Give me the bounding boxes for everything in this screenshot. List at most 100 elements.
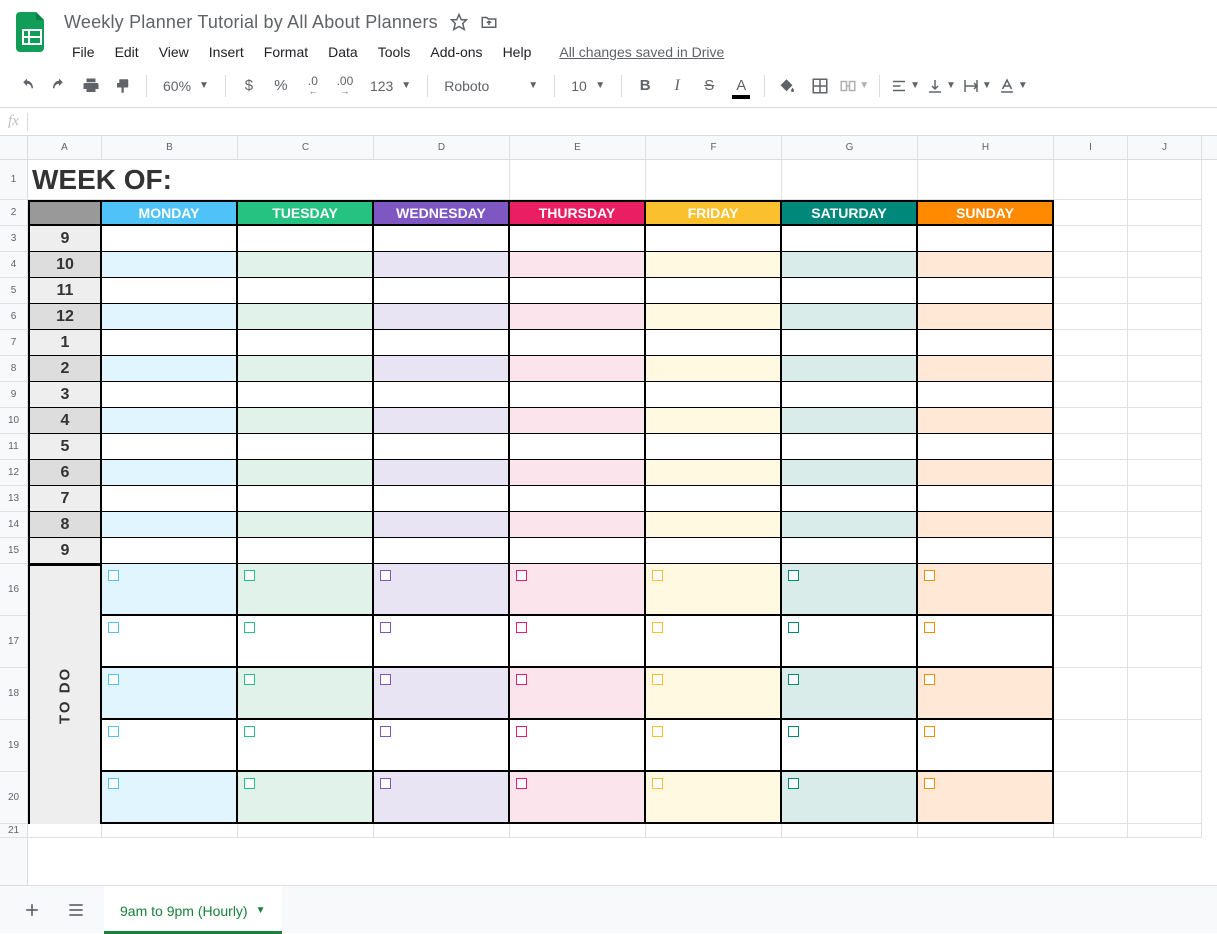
column-header[interactable]: E: [510, 136, 646, 159]
todo-cell[interactable]: [374, 668, 510, 720]
row-header[interactable]: 16: [0, 564, 27, 616]
increase-decimal-button[interactable]: .00→: [330, 71, 360, 101]
todo-cell[interactable]: [510, 720, 646, 772]
planner-cell[interactable]: [646, 278, 782, 304]
day-header[interactable]: FRIDAY: [646, 200, 782, 226]
planner-cell[interactable]: [646, 356, 782, 382]
cell[interactable]: [510, 824, 646, 838]
planner-cell[interactable]: [646, 486, 782, 512]
planner-corner[interactable]: [28, 200, 102, 226]
horizontal-align-button[interactable]: ▼: [888, 71, 922, 101]
menu-help[interactable]: Help: [495, 40, 540, 64]
planner-cell[interactable]: [510, 486, 646, 512]
planner-cell[interactable]: [238, 538, 374, 564]
cell[interactable]: [1054, 720, 1128, 772]
text-color-button[interactable]: A: [726, 71, 756, 101]
time-label[interactable]: 11: [28, 278, 102, 304]
planner-cell[interactable]: [374, 252, 510, 278]
time-label[interactable]: 1: [28, 330, 102, 356]
planner-cell[interactable]: [782, 434, 918, 460]
borders-button[interactable]: [805, 71, 835, 101]
planner-cell[interactable]: [238, 278, 374, 304]
cell[interactable]: [1128, 226, 1202, 252]
planner-cell[interactable]: [646, 434, 782, 460]
checkbox[interactable]: [380, 674, 391, 685]
select-all-corner[interactable]: [0, 136, 27, 160]
column-header[interactable]: G: [782, 136, 918, 159]
column-header[interactable]: H: [918, 136, 1054, 159]
cell[interactable]: [782, 160, 918, 200]
planner-cell[interactable]: [782, 538, 918, 564]
planner-cell[interactable]: [102, 278, 238, 304]
menu-file[interactable]: File: [64, 40, 103, 64]
row-header[interactable]: 3: [0, 226, 27, 252]
todo-cell[interactable]: [510, 616, 646, 668]
day-header[interactable]: SATURDAY: [782, 200, 918, 226]
todo-cell[interactable]: [102, 772, 238, 824]
row-header[interactable]: 20: [0, 772, 27, 824]
print-button[interactable]: [76, 71, 106, 101]
row-header[interactable]: 10: [0, 408, 27, 434]
planner-cell[interactable]: [374, 512, 510, 538]
todo-cell[interactable]: [918, 772, 1054, 824]
menu-tools[interactable]: Tools: [370, 40, 419, 64]
cell[interactable]: [1054, 512, 1128, 538]
time-label[interactable]: 6: [28, 460, 102, 486]
planner-cell[interactable]: [374, 226, 510, 252]
planner-cell[interactable]: [102, 512, 238, 538]
planner-cell[interactable]: [510, 512, 646, 538]
planner-cell[interactable]: [646, 538, 782, 564]
planner-cell[interactable]: [510, 252, 646, 278]
zoom-select[interactable]: 60%▼: [155, 71, 217, 101]
todo-cell[interactable]: [646, 668, 782, 720]
cell[interactable]: [1128, 278, 1202, 304]
app-logo[interactable]: [12, 12, 52, 52]
todo-cell[interactable]: [510, 564, 646, 616]
todo-label[interactable]: TO DO: [28, 564, 102, 824]
todo-cell[interactable]: [238, 720, 374, 772]
checkbox[interactable]: [108, 570, 119, 581]
cell[interactable]: [1054, 226, 1128, 252]
column-header[interactable]: F: [646, 136, 782, 159]
planner-cell[interactable]: [238, 252, 374, 278]
time-label[interactable]: 5: [28, 434, 102, 460]
checkbox[interactable]: [516, 726, 527, 737]
cell[interactable]: [102, 824, 238, 838]
cell[interactable]: [1054, 434, 1128, 460]
todo-cell[interactable]: [782, 668, 918, 720]
checkbox[interactable]: [244, 726, 255, 737]
row-header[interactable]: 18: [0, 668, 27, 720]
planner-cell[interactable]: [510, 538, 646, 564]
column-header[interactable]: D: [374, 136, 510, 159]
planner-cell[interactable]: [102, 408, 238, 434]
checkbox[interactable]: [244, 622, 255, 633]
planner-cell[interactable]: [374, 330, 510, 356]
todo-cell[interactable]: [782, 616, 918, 668]
planner-cell[interactable]: [918, 226, 1054, 252]
planner-cell[interactable]: [510, 408, 646, 434]
planner-cell[interactable]: [918, 356, 1054, 382]
time-label[interactable]: 8: [28, 512, 102, 538]
checkbox[interactable]: [924, 674, 935, 685]
cell[interactable]: [28, 824, 102, 838]
cell[interactable]: [1054, 564, 1128, 616]
planner-cell[interactable]: [238, 408, 374, 434]
bold-button[interactable]: B: [630, 71, 660, 101]
time-label[interactable]: 9: [28, 538, 102, 564]
planner-cell[interactable]: [374, 486, 510, 512]
cell[interactable]: [1054, 408, 1128, 434]
day-header[interactable]: THURSDAY: [510, 200, 646, 226]
cell[interactable]: [1054, 330, 1128, 356]
row-header[interactable]: 8: [0, 356, 27, 382]
fill-color-button[interactable]: [773, 71, 803, 101]
todo-cell[interactable]: [646, 616, 782, 668]
cell[interactable]: [238, 824, 374, 838]
cell[interactable]: [1054, 616, 1128, 668]
cell[interactable]: [1128, 668, 1202, 720]
planner-cell[interactable]: [238, 434, 374, 460]
planner-cell[interactable]: [646, 382, 782, 408]
planner-cell[interactable]: [374, 278, 510, 304]
merge-cells-button[interactable]: ▼: [837, 71, 871, 101]
planner-cell[interactable]: [102, 330, 238, 356]
strikethrough-button[interactable]: S: [694, 71, 724, 101]
